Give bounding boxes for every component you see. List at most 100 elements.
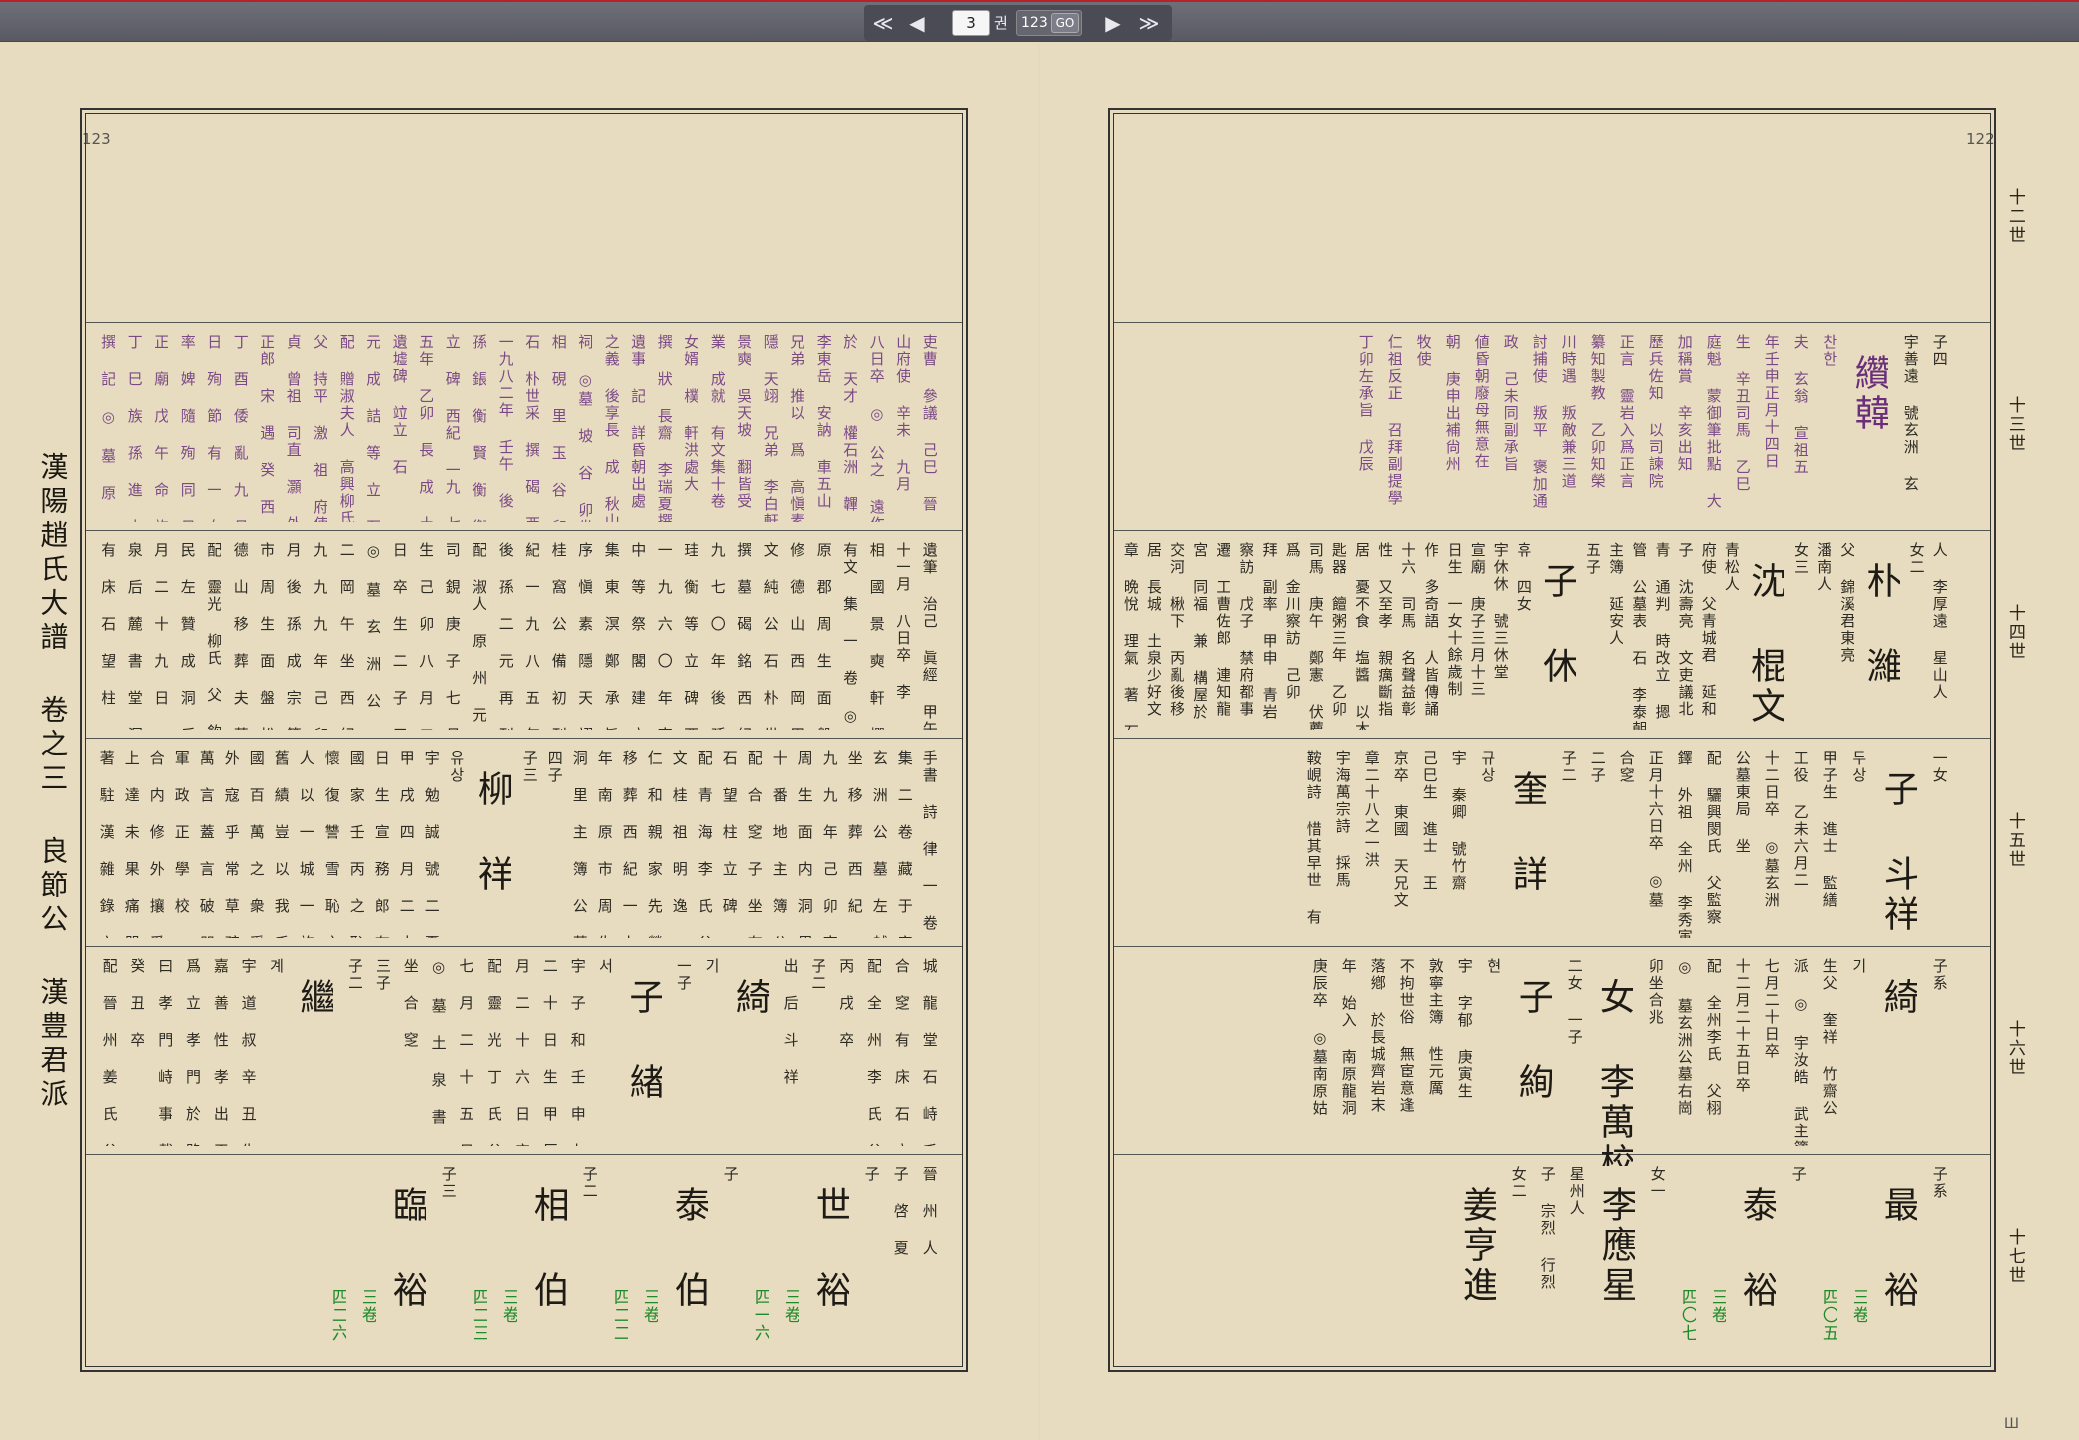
genealogy-text: 子四 bbox=[1931, 334, 1947, 368]
row-divider bbox=[1114, 1154, 1990, 1155]
row-divider bbox=[86, 1154, 962, 1155]
next-page-button[interactable]: ▶ bbox=[1096, 9, 1130, 37]
row-divider bbox=[1114, 322, 1990, 323]
genealogy-text: 子 啓 夏 bbox=[892, 1166, 908, 1257]
genealogy-text: 匙器 饘粥三年 乙卯 bbox=[1330, 542, 1346, 718]
genealogy-text: 一九八二年 壬午 後 bbox=[497, 334, 513, 510]
genealogy-text: 中 等 祭 閣 建 立 有 文 bbox=[629, 542, 646, 730]
volume-reference: 三卷 bbox=[499, 1288, 517, 1324]
genealogy-text: 之義 後享長 成 秋山 bbox=[603, 334, 619, 522]
genealogy-text: 女三 bbox=[1792, 542, 1809, 576]
person-name: 柳 祥 bbox=[473, 770, 511, 895]
genealogy-text: 德 山 移 葬 夫 墓 合 定 bbox=[232, 542, 248, 730]
genealogy-text: 序 愼 素 隱 天 翊 跋 弟 bbox=[576, 542, 593, 730]
genealogy-text: 討捕使 叛平 褒加通 bbox=[1531, 334, 1547, 510]
genealogy-text: 景奭 吳天坡 翻皆受 bbox=[735, 334, 752, 510]
last-page-button[interactable]: ≫ bbox=[1132, 9, 1166, 37]
person-name: 子 休 bbox=[1538, 562, 1577, 687]
first-page-button[interactable]: ≪ bbox=[866, 9, 900, 37]
genealogy-text: 己巳生 進士 王 bbox=[1421, 750, 1437, 892]
genealogy-text: 潘南人 bbox=[1815, 542, 1832, 593]
genealogy-text: 찬한 bbox=[1821, 334, 1837, 368]
genealogy-text: 현 bbox=[1485, 958, 1501, 975]
genealogy-text: 吏曹 參議 己巳 晉 bbox=[921, 334, 937, 513]
genealogy-text: 子 沈壽亮 文吏議北 bbox=[1676, 542, 1693, 718]
genealogy-text: 八日卒 ◎ 公之 遠作 bbox=[868, 334, 884, 522]
total-pages-box: 123 GO bbox=[1016, 10, 1082, 36]
genealogy-text: 一 九 六 〇 年 南 原 門 bbox=[656, 542, 672, 730]
genealogy-text: 十二日卒 ◎墓玄洲 bbox=[1763, 750, 1779, 909]
genealogy-text: 甲子生 進士 監繕 bbox=[1821, 750, 1837, 909]
genealogy-text: 配 青 海 李 氏 父 僉 正 bbox=[696, 750, 712, 938]
volume-reference: 三卷 bbox=[358, 1288, 376, 1324]
volume-reference: 四二六 bbox=[328, 1288, 346, 1342]
genealogy-text: 爲 立 孝 門 於 路 傍 名 bbox=[184, 958, 201, 1146]
genealogy-text: 宣廟 庚子三月十三 bbox=[1468, 542, 1485, 698]
person-name: 朴 濰 bbox=[1861, 562, 1900, 687]
genealogy-text: 生 己 卯 八 月 二 十 二 bbox=[417, 542, 434, 730]
genealogy-text: 配 合 窆 子 坐 有 床 bbox=[746, 750, 762, 938]
genealogy-text: 後 孫 二 元 再 刊 bbox=[497, 542, 513, 730]
person-name: 相 伯 bbox=[529, 1186, 567, 1311]
page-input[interactable] bbox=[952, 10, 990, 36]
genealogy-text: 女二 bbox=[1907, 542, 1924, 576]
genealogy-text: 司馬 庚午 鄭憲 伏薦 bbox=[1307, 542, 1323, 730]
genealogy-text: 拜 副率 甲申 青岩 bbox=[1260, 542, 1277, 721]
genealogy-text: 集 二 卷 藏 于 家 ◎ 墓 bbox=[896, 750, 912, 938]
person-name: 子 斗祥 bbox=[1879, 770, 1917, 935]
genealogy-text: 祠 ◎墓 坡 谷 卯坐 玄 bbox=[576, 334, 593, 522]
genealogy-text: 宇善遠 號玄洲 玄 bbox=[1902, 334, 1918, 493]
genealogy-text: 甲 戌 四 月 二 十 四 bbox=[398, 750, 414, 938]
genealogy-text: 値昏朝廢母無意在 bbox=[1473, 334, 1489, 470]
genealogy-text: 居 憂不食 塩醬 以木 bbox=[1353, 542, 1370, 730]
generation-label: 十七世 bbox=[2004, 1228, 2025, 1285]
genealogy-text: 爲 金川察訪 己卯 bbox=[1283, 542, 1300, 701]
go-button[interactable]: GO bbox=[1051, 13, 1079, 33]
genealogy-text: 兄弟 推以 爲 高愼素 bbox=[788, 334, 805, 522]
genealogy-text: 女婿 樸 軒洪處大 bbox=[682, 334, 699, 493]
person-name: 子 緖 bbox=[624, 978, 663, 1103]
genealogy-text: 十一月 八日卒 李 bbox=[894, 542, 911, 701]
genealogy-text: 珪 衡 等 立 碑 西 紀 bbox=[682, 542, 699, 730]
genealogy-text: 仁祖反正 召拜副提學 bbox=[1386, 334, 1402, 507]
genealogy-text: 川時遇 叛敵兼三道 bbox=[1560, 334, 1576, 490]
row-divider bbox=[86, 322, 962, 323]
genealogy-text: 坐 移 葬 西 紀 一 九 bbox=[846, 750, 862, 938]
genealogy-text: 日 生 宣 務 郎 有 文 bbox=[373, 750, 389, 938]
genealogy-text: 宇 子 和 壬 申 九 月 bbox=[568, 958, 585, 1146]
genealogy-text: 年 始入 南原龍洞 bbox=[1340, 958, 1356, 1117]
genealogy-text: 察訪 戊子 禁府都事 bbox=[1237, 542, 1254, 718]
genealogy-text: 不拘世俗 無宦意逢 bbox=[1398, 958, 1414, 1114]
genealogy-text: 有文 集 一 卷 ◎ 墓 南 bbox=[841, 542, 858, 730]
prev-page-button[interactable]: ◀ bbox=[900, 9, 934, 37]
genealogy-text: 青 通判 時改立 摁 bbox=[1653, 542, 1670, 721]
person-name: 最 裕 bbox=[1879, 1186, 1917, 1311]
person-name: 泰 伯 bbox=[670, 1186, 708, 1311]
genealogy-text: 修 德 山 西 岡 甲 坐 bbox=[788, 542, 805, 730]
genealogy-text: 子 宗烈 行烈 bbox=[1539, 1166, 1555, 1291]
genealogy-text: 丁 酉 倭 亂 九 月 二 十 bbox=[232, 334, 248, 522]
genealogy-text: 庚辰卒 ◎墓南原姑 bbox=[1311, 958, 1327, 1117]
person-name: 纘韓 bbox=[1850, 354, 1888, 434]
genealogy-text: 두상 bbox=[1850, 750, 1866, 784]
genealogy-text: 合窆 bbox=[1618, 750, 1634, 784]
genealogy-text: 玄 洲 公 墓 左 越 岡 寅 bbox=[871, 750, 887, 938]
genealogy-text: 章 晩悅 理氣 著 石硼 bbox=[1122, 542, 1138, 730]
genealogy-text: 遷 工曹佐郎 連知龍 bbox=[1214, 542, 1231, 718]
genealogy-text: 原 郡 周 生 面 盤 松 里 bbox=[815, 542, 831, 730]
genealogy-text: 周 生 面 内 洞 里 山 三 bbox=[796, 750, 812, 938]
genealogy-text: 配 全州李氏 父栩 bbox=[1705, 958, 1721, 1117]
genealogy-text: 丁卯左承旨 戊辰 bbox=[1357, 334, 1373, 473]
person-name: 子 絢 bbox=[1514, 978, 1552, 1103]
genealogy-text: 落鄕 於長城齊岩末 bbox=[1369, 958, 1385, 1114]
genealogy-text: 石 朴世采 撰 碣 西紀 bbox=[523, 334, 540, 522]
genealogy-text: 庭魁 蒙御筆批點 大 bbox=[1705, 334, 1721, 510]
genealogy-text: 立 碑 西紀 一九 七 bbox=[444, 334, 460, 522]
genealogy-text: 子三 bbox=[521, 750, 537, 784]
person-name: 女 李萬校 bbox=[1595, 978, 1633, 1166]
genealogy-text: 子三 bbox=[440, 1166, 456, 1200]
genealogy-text: ◎ 墓玄洲公墓右崗 bbox=[1676, 958, 1692, 1117]
person-name: 綺 bbox=[1879, 978, 1917, 1018]
genealogy-text: 貞 曾祖 司直 灝 外祖 bbox=[285, 334, 301, 522]
genealogy-text: 文 純 公 石 朴 世 采 bbox=[762, 542, 778, 730]
